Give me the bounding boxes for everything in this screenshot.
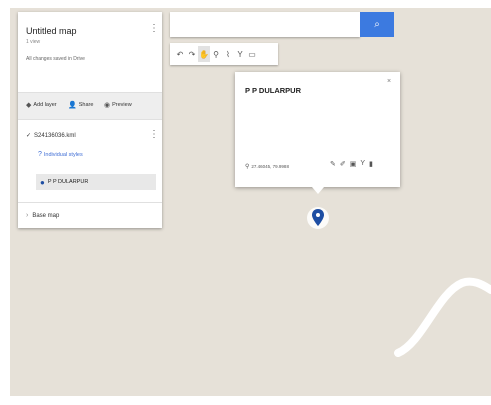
style-paint-icon: ? [38,151,42,158]
preview-icon: ◉ [104,102,111,109]
map-toolbar: ↶ ↷ ✋ ⚲ ⌇ Y ▭ [170,43,278,65]
coordinates-text: 27.46045, 79.9988 [251,164,289,169]
search-input[interactable] [170,12,360,37]
save-status: All changes saved in Drive [26,56,85,62]
expand-arrow-icon: › [26,212,29,219]
layer-checkbox-icon[interactable]: ✓ [26,132,31,139]
camera-icon[interactable]: ▣ [350,160,357,168]
hand-icon[interactable]: ✋ [198,46,210,62]
marker-icon[interactable]: ⚲ [210,46,222,62]
undo-icon[interactable]: ↶ [174,46,186,62]
preview-label: Preview [112,102,132,108]
base-map-label: Base map [32,212,60,219]
map-pin-icon [307,207,329,229]
redo-icon[interactable]: ↷ [186,46,198,62]
coordinates-row: ⚲ 27.46045, 79.9988 [245,163,289,170]
add-layer-button[interactable]: ◆ Add layer [26,101,57,109]
delete-icon[interactable]: ▮ [369,160,373,168]
map-marker[interactable] [306,203,330,238]
share-button[interactable]: 👤 Share [68,101,93,109]
panel-divider [18,202,162,203]
info-window-title: P P DULARPUR [245,86,301,95]
edit-icon[interactable]: ✐ [340,160,346,168]
location-icon: ⚲ [245,164,250,170]
search-icon: ⌕ [374,19,380,30]
directions-icon[interactable]: Y [234,46,246,62]
share-label: Share [78,102,94,108]
feature-name: P P DULARPUR [47,179,89,185]
close-icon[interactable]: × [387,78,391,85]
feature-info-window: P P DULARPUR × ⚲ 27.46045, 79.9988 ✎ ✐ ▣… [235,72,400,187]
add-layer-icon: ◆ [26,102,32,109]
individual-styles-label: Individual styles [43,151,83,158]
share-icon: 👤 [68,102,77,109]
feature-list-item[interactable]: ● P P DULARPUR [36,174,156,190]
map-layers-panel: Untitled map 1 view All changes saved in… [18,12,162,228]
panel-more-icon[interactable]: ⋮ [149,24,159,34]
map-title[interactable]: Untitled map [26,26,77,36]
draw-line-icon[interactable]: ⌇ [222,46,234,62]
marker-icon: ● [40,177,45,187]
individual-styles-link[interactable]: ? Individual styles [38,151,83,158]
search-button[interactable]: ⌕ [360,12,394,37]
layer-row[interactable]: ✓ S24136036.kml [26,132,76,140]
add-layer-label: Add layer [33,102,57,108]
info-window-actions: ✎ ✐ ▣ Y ▮ [330,160,373,168]
layer-name[interactable]: S24136036.kml [34,133,76,139]
preview-button[interactable]: ◉ Preview [104,101,132,109]
info-window-pointer [312,187,324,194]
layer-more-icon[interactable]: ⋮ [149,130,159,140]
directions-icon[interactable]: Y [360,160,365,168]
panel-actions-bar: ◆ Add layer 👤 Share ◉ Preview [18,92,162,120]
map-view-count: 1 view [26,39,41,45]
ruler-icon[interactable]: ▭ [246,46,258,62]
paint-style-icon[interactable]: ✎ [330,160,336,168]
base-map-row[interactable]: › Base map [26,212,59,219]
